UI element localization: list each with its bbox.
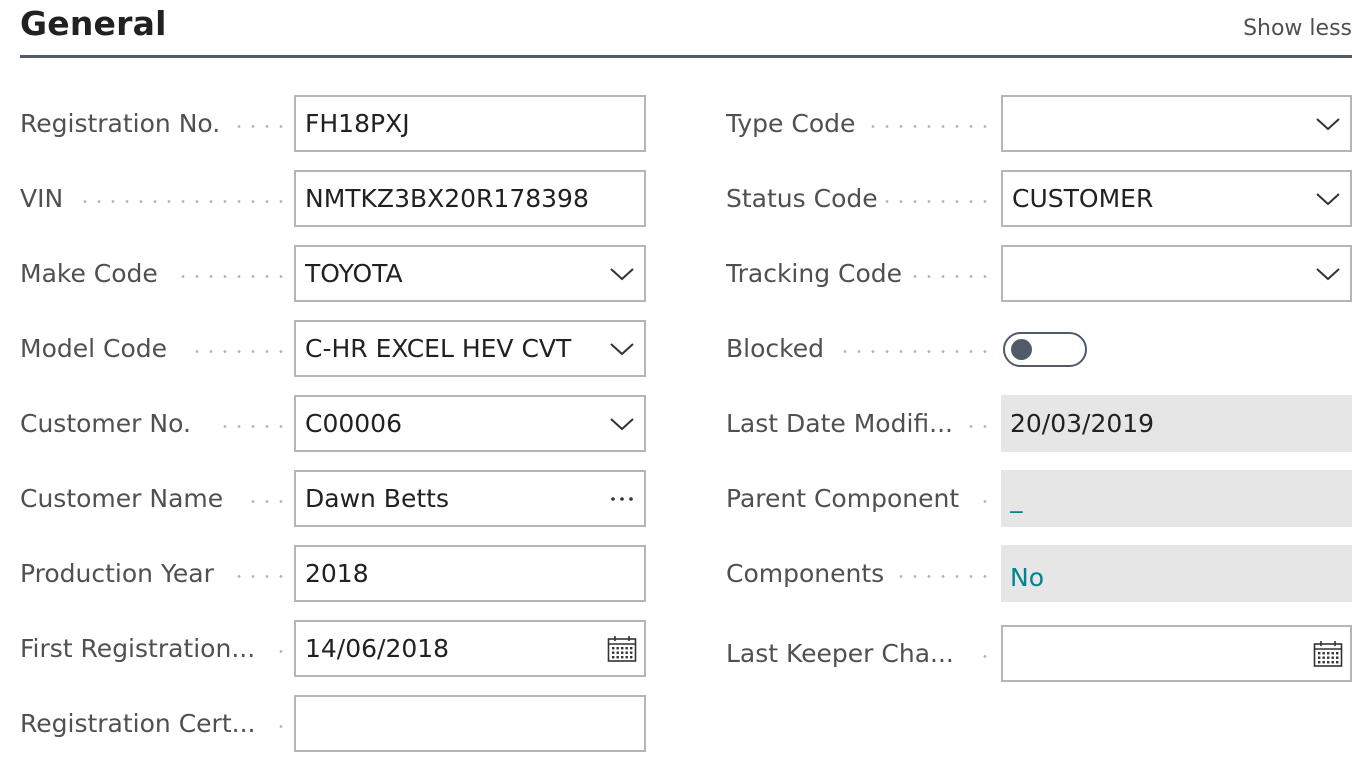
field-tracking-code: Tracking Code bbox=[726, 245, 1352, 302]
components-value: No bbox=[1001, 545, 1352, 602]
field-first-registration: First Registration... 14/06/2018 bbox=[20, 620, 646, 677]
last-keeper-change-date-input[interactable] bbox=[1001, 625, 1352, 682]
field-label: Tracking Code bbox=[726, 259, 903, 288]
field-label: Blocked bbox=[726, 334, 824, 363]
field-blocked: Blocked bbox=[726, 320, 1352, 377]
parent-component-link[interactable]: _ bbox=[1010, 484, 1352, 513]
field-label: VIN bbox=[20, 184, 64, 213]
general-fasttab: General Show less Registration No. FH18P… bbox=[0, 0, 1370, 768]
field-label: Status Code bbox=[726, 184, 878, 213]
field-type-code: Type Code bbox=[726, 95, 1352, 152]
field-status-code: Status Code CUSTOMER bbox=[726, 170, 1352, 227]
chevron-down-icon[interactable] bbox=[1306, 172, 1350, 225]
tracking-code-dropdown[interactable] bbox=[1001, 245, 1352, 302]
customer-no-dropdown[interactable]: C00006 bbox=[294, 395, 646, 452]
chevron-down-icon[interactable] bbox=[600, 322, 644, 375]
field-label: Customer No. bbox=[20, 409, 191, 438]
type-code-dropdown[interactable] bbox=[1001, 95, 1352, 152]
left-column: Registration No. FH18PXJ VIN NMTKZ3BX20R… bbox=[20, 95, 646, 768]
field-last-keeper-change: Last Keeper Cha... bbox=[726, 620, 1352, 682]
field-label: Make Code bbox=[20, 259, 158, 288]
field-vin: VIN NMTKZ3BX20R178398 bbox=[20, 170, 646, 227]
toggle-knob bbox=[1011, 339, 1032, 360]
production-year-input[interactable]: 2018 bbox=[294, 545, 646, 602]
calendar-icon[interactable] bbox=[1306, 627, 1350, 680]
field-production-year: Production Year 2018 bbox=[20, 545, 646, 602]
field-label: Registration Cert... bbox=[20, 709, 256, 738]
parent-component-value: _ bbox=[1001, 470, 1352, 527]
model-code-dropdown[interactable]: C-HR EXCEL HEV CVT bbox=[294, 320, 646, 377]
field-label: Production Year bbox=[20, 559, 214, 588]
field-customer-name: Customer Name Dawn Betts bbox=[20, 470, 646, 527]
first-registration-date-input[interactable]: 14/06/2018 bbox=[294, 620, 646, 677]
chevron-down-icon[interactable] bbox=[600, 247, 644, 300]
field-model-code: Model Code C-HR EXCEL HEV CVT bbox=[20, 320, 646, 377]
last-date-modified-value: 20/03/2019 bbox=[1001, 395, 1352, 452]
vin-input[interactable]: NMTKZ3BX20R178398 bbox=[294, 170, 646, 227]
field-make-code: Make Code TOYOTA bbox=[20, 245, 646, 302]
field-registration-cert: Registration Cert... bbox=[20, 695, 646, 752]
registration-cert-input[interactable] bbox=[294, 695, 646, 752]
field-label: Last Date Modifi... bbox=[726, 409, 953, 438]
field-label: Customer Name bbox=[20, 484, 224, 513]
section-header: General Show less bbox=[20, 0, 1352, 58]
registration-no-input[interactable]: FH18PXJ bbox=[294, 95, 646, 152]
make-code-dropdown[interactable]: TOYOTA bbox=[294, 245, 646, 302]
chevron-down-icon[interactable] bbox=[600, 397, 644, 450]
components-link[interactable]: No bbox=[1010, 555, 1352, 592]
ellipsis-icon[interactable] bbox=[600, 472, 644, 525]
field-last-date-modified: Last Date Modifi... 20/03/2019 bbox=[726, 395, 1352, 452]
chevron-down-icon[interactable] bbox=[1306, 97, 1350, 150]
field-components: Components No bbox=[726, 545, 1352, 602]
field-registration-no: Registration No. FH18PXJ bbox=[20, 95, 646, 152]
field-parent-component: Parent Component _ bbox=[726, 470, 1352, 527]
field-label: Model Code bbox=[20, 334, 168, 363]
field-customer-no: Customer No. C00006 bbox=[20, 395, 646, 452]
blocked-toggle[interactable] bbox=[1003, 332, 1087, 367]
section-title: General bbox=[20, 4, 167, 43]
field-label: Type Code bbox=[726, 109, 856, 138]
calendar-icon[interactable] bbox=[600, 622, 644, 675]
field-label: Last Keeper Cha... bbox=[726, 639, 954, 668]
field-label: Components bbox=[726, 559, 885, 588]
status-code-dropdown[interactable]: CUSTOMER bbox=[1001, 170, 1352, 227]
field-label: Parent Component bbox=[726, 484, 960, 513]
customer-name-input[interactable]: Dawn Betts bbox=[294, 470, 646, 527]
right-column: Type Code Status Code CUSTOMER Tracking … bbox=[726, 95, 1352, 695]
field-label: First Registration... bbox=[20, 634, 256, 663]
field-label: Registration No. bbox=[20, 109, 221, 138]
show-less-link[interactable]: Show less bbox=[1243, 16, 1352, 41]
chevron-down-icon[interactable] bbox=[1306, 247, 1350, 300]
